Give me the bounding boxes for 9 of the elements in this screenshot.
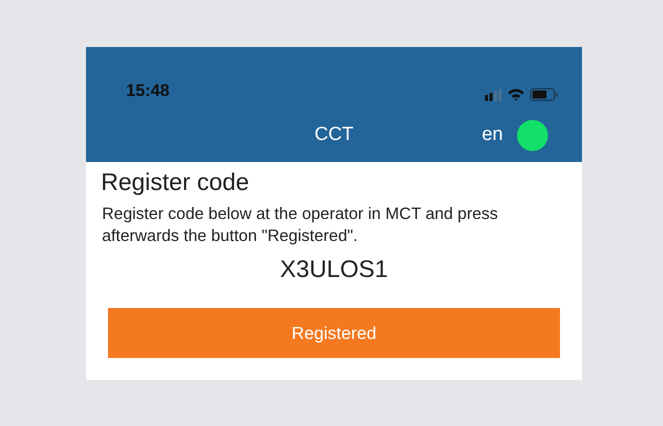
status-time: 15:48 bbox=[126, 80, 170, 102]
registration-code: X3ULOS1 bbox=[280, 255, 388, 285]
wifi-icon bbox=[507, 88, 525, 101]
battery-icon bbox=[530, 88, 558, 101]
page-heading: Register code bbox=[101, 168, 250, 198]
app-title: CCT bbox=[314, 123, 354, 148]
signal-icon bbox=[485, 88, 502, 100]
language-label[interactable]: en bbox=[482, 121, 503, 150]
instructions-text: Register code below at the operator in MCT and press afterwards the button "Registered". bbox=[101, 204, 499, 247]
